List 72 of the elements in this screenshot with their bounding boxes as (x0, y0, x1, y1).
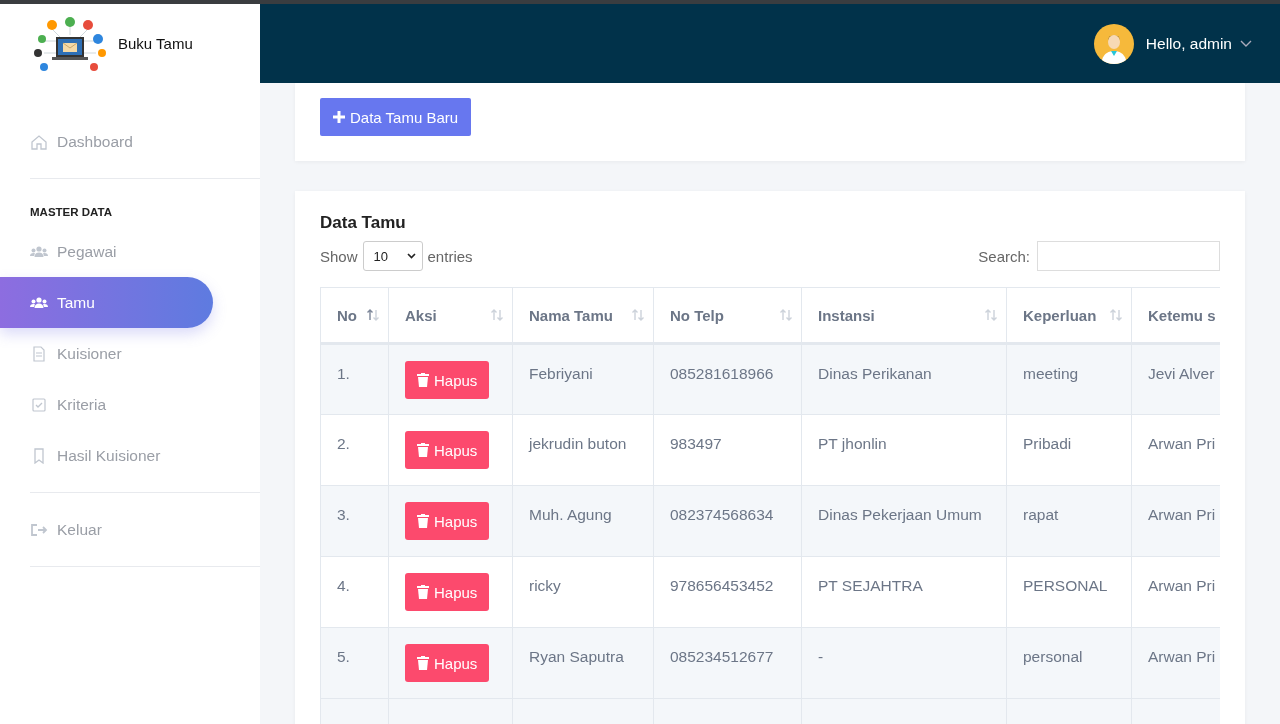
delete-button[interactable]: Hapus (405, 361, 490, 399)
new-guest-button[interactable]: Data Tamu Baru (320, 98, 472, 136)
users-icon (30, 294, 48, 311)
table-cell: PT SEJAHTRA (801, 556, 1007, 628)
plus-icon (333, 111, 345, 123)
sidebar-item[interactable]: Dashboard (0, 116, 213, 167)
table-cell: personal (1006, 627, 1132, 699)
logo-icon (32, 14, 108, 73)
table-cell: 983497 (653, 414, 802, 486)
table-cell: rapat (1006, 485, 1132, 557)
app-title: Buku Tamu (118, 35, 193, 52)
table-cell: Dinas Perikanan (801, 343, 1007, 415)
checkbox-icon (30, 396, 48, 413)
sort-icon (1109, 308, 1123, 322)
delete-button[interactable]: Hapus (405, 573, 490, 611)
show-label: Show (320, 247, 358, 265)
table-cell: Arwan Pri (1131, 627, 1220, 699)
table-cell: Pribadi (1006, 414, 1132, 486)
table-cell: 5. (320, 627, 389, 699)
card-title: Data Tamu (320, 213, 407, 233)
trash-icon (417, 514, 429, 528)
delete-button[interactable]: Hapus (405, 431, 490, 469)
avatar-icon (1093, 23, 1134, 64)
exit-icon (30, 521, 48, 538)
chevron-down-icon (406, 253, 416, 259)
user-menu[interactable]: Hello, admin (1145, 34, 1252, 53)
sort-icon (779, 308, 793, 322)
table-cell: Muh. Agung (512, 485, 654, 557)
table-cell: meeting (1006, 343, 1132, 415)
table-cell: Dinas Pekerjaan Umum (801, 485, 1007, 557)
sidebar-item[interactable]: Kuisioner (0, 328, 213, 379)
trash-icon (417, 585, 429, 599)
table-cell: - (801, 627, 1007, 699)
table-cell: Jevi Alver (1131, 343, 1220, 415)
sidebar-item[interactable]: Pegawai (0, 226, 213, 277)
section-heading: MASTER DATA (29, 205, 113, 220)
table-cell: 4. (320, 556, 389, 628)
sidebar-item[interactable]: Keluar (0, 504, 213, 555)
sort-icon (366, 308, 380, 322)
trash-icon (417, 443, 429, 457)
delete-button[interactable]: Hapus (405, 644, 490, 682)
table-cell: Febriyani (512, 343, 654, 415)
search-label: Search: (978, 247, 1030, 265)
sidebar-item[interactable]: Tamu (0, 277, 213, 328)
sort-icon (631, 308, 645, 322)
table-cell: PT jhonlin (801, 414, 1007, 486)
entries-label: entries (427, 247, 473, 265)
document-icon (30, 345, 48, 362)
table-cell: 1. (320, 343, 389, 415)
table-cell: 085281618966 (653, 343, 802, 415)
sidebar-item[interactable]: Hasil Kuisioner (0, 430, 213, 481)
table-cell: Arwan Pri (1131, 485, 1220, 557)
table-cell: 3. (320, 485, 389, 557)
table-cell: jekrudin buton (512, 414, 654, 486)
table-cell: 978656453452 (653, 556, 802, 628)
search-field[interactable] (1037, 241, 1220, 271)
table-cell: Ryan Saputra (512, 627, 654, 699)
home-icon (30, 133, 48, 150)
trash-icon (417, 656, 429, 670)
sort-icon (490, 308, 504, 322)
table-cell: 2. (320, 414, 389, 486)
page-size-select[interactable]: 10 (362, 241, 423, 271)
sidebar-item[interactable]: Kriteria (0, 379, 213, 430)
table-cell: 085234512677 (653, 627, 802, 699)
table-cell: ricky (512, 556, 654, 628)
sort-icon (984, 308, 998, 322)
delete-button[interactable]: Hapus (405, 502, 490, 540)
table-cell: 082374568634 (653, 485, 802, 557)
table-cell: PERSONAL (1006, 556, 1132, 628)
chevron-down-icon (1240, 39, 1252, 48)
users-icon (30, 243, 48, 260)
trash-icon (417, 373, 429, 387)
